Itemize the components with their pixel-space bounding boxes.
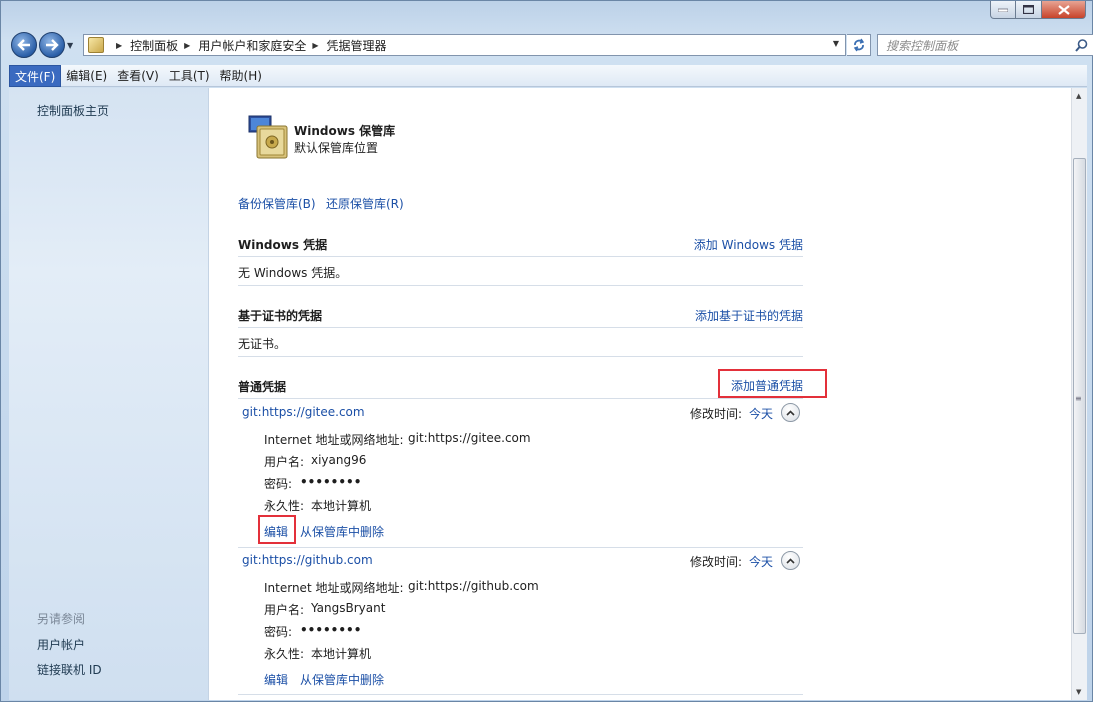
menu-view[interactable]: 查看(V) bbox=[112, 65, 164, 87]
chevron-right-icon[interactable]: ▶ bbox=[312, 41, 318, 50]
password-value: •••••••• bbox=[300, 623, 362, 637]
divider bbox=[238, 285, 803, 286]
collapse-credential-button[interactable] bbox=[781, 551, 800, 570]
divider bbox=[238, 694, 803, 695]
certificate-credentials-empty: 无证书。 bbox=[238, 337, 287, 351]
persistence-label: 永久性: bbox=[264, 647, 305, 661]
sidebar-item-user-accounts[interactable]: 用户帐户 bbox=[37, 636, 85, 653]
refresh-icon bbox=[853, 38, 864, 52]
recent-pages-dropdown-icon[interactable]: ▼ bbox=[67, 41, 73, 50]
username-value: YangsBryant bbox=[311, 601, 386, 615]
menu-bar: 文件(F) 编辑(E) 查看(V) 工具(T) 帮助(H) bbox=[9, 64, 1087, 87]
navigation-bar: ▼ ▶ 控制面板 ▶ 用户帐户和家庭安全 ▶ 凭据管理器 ▼ 搜索控制面板 bbox=[9, 31, 1093, 59]
menu-file[interactable]: 文件(F) bbox=[9, 64, 62, 87]
maximize-button[interactable] bbox=[1016, 1, 1042, 19]
close-icon bbox=[1057, 4, 1070, 15]
vault-safe-icon bbox=[248, 115, 288, 159]
windows-credentials-title: Windows 凭据 bbox=[238, 238, 328, 252]
breadcrumb-user-accounts[interactable]: 用户帐户和家庭安全 bbox=[198, 37, 306, 54]
chevron-up-icon bbox=[786, 409, 795, 416]
search-icon[interactable] bbox=[1075, 38, 1088, 52]
chevron-right-icon[interactable]: ▶ bbox=[116, 41, 122, 50]
chevron-right-icon[interactable]: ▶ bbox=[184, 41, 190, 50]
control-panel-icon bbox=[88, 37, 104, 53]
search-input[interactable]: 搜索控制面板 bbox=[886, 37, 1075, 54]
divider bbox=[238, 398, 803, 399]
divider bbox=[238, 327, 803, 328]
username-value: xiyang96 bbox=[311, 453, 367, 467]
restore-vault-link[interactable]: 还原保管库(R) bbox=[326, 195, 404, 212]
back-button[interactable] bbox=[11, 32, 37, 58]
remove-credential-link[interactable]: 从保管库中删除 bbox=[300, 671, 384, 688]
vault-title: Windows 保管库 bbox=[294, 124, 396, 138]
menu-tools[interactable]: 工具(T) bbox=[164, 65, 215, 87]
menu-edit[interactable]: 编辑(E) bbox=[61, 65, 112, 87]
sidebar-control-panel-home[interactable]: 控制面板主页 bbox=[37, 102, 109, 119]
remove-credential-link[interactable]: 从保管库中删除 bbox=[300, 523, 384, 540]
scroll-up-icon[interactable]: ▲ bbox=[1076, 92, 1081, 100]
credential-name-gitee[interactable]: git:https://gitee.com bbox=[242, 405, 365, 419]
edit-credential-link[interactable]: 编辑 bbox=[264, 523, 288, 540]
edit-credential-link[interactable]: 编辑 bbox=[264, 671, 288, 688]
search-box[interactable]: 搜索控制面板 bbox=[877, 34, 1093, 56]
address-bar[interactable]: ▶ 控制面板 ▶ 用户帐户和家庭安全 ▶ 凭据管理器 ▼ bbox=[83, 34, 846, 56]
breadcrumb-credential-manager[interactable]: 凭据管理器 bbox=[327, 37, 387, 54]
credential-modified-value: 今天 bbox=[749, 555, 774, 569]
credential-modified-label: 修改时间: bbox=[690, 555, 743, 569]
window-controls bbox=[990, 1, 1086, 19]
minimize-button[interactable] bbox=[990, 1, 1016, 19]
divider bbox=[238, 547, 803, 548]
chevron-up-icon bbox=[786, 557, 795, 564]
persistence-value: 本地计算机 bbox=[311, 647, 372, 661]
divider bbox=[238, 256, 803, 257]
add-windows-credential-link[interactable]: 添加 Windows 凭据 bbox=[694, 236, 803, 253]
add-certificate-credential-link[interactable]: 添加基于证书的凭据 bbox=[695, 307, 803, 324]
maximize-icon bbox=[1023, 5, 1034, 14]
vertical-scrollbar[interactable]: ▲ ≡ ▼ bbox=[1071, 88, 1087, 700]
window-frame: ▼ ▶ 控制面板 ▶ 用户帐户和家庭安全 ▶ 凭据管理器 ▼ 搜索控制面板 文件… bbox=[0, 0, 1093, 702]
password-label: 密码: bbox=[264, 625, 293, 639]
address-label: Internet 地址或网络地址: bbox=[264, 433, 404, 447]
address-label: Internet 地址或网络地址: bbox=[264, 581, 404, 595]
collapse-credential-button[interactable] bbox=[781, 403, 800, 422]
divider bbox=[238, 356, 803, 357]
address-value: git:https://github.com bbox=[408, 579, 539, 593]
menu-help[interactable]: 帮助(H) bbox=[215, 65, 267, 87]
password-value: •••••••• bbox=[300, 475, 362, 489]
password-label: 密码: bbox=[264, 477, 293, 491]
username-label: 用户名: bbox=[264, 455, 305, 469]
backup-vault-link[interactable]: 备份保管库(B) bbox=[238, 195, 316, 212]
credential-modified-value: 今天 bbox=[749, 407, 774, 421]
arrow-right-icon bbox=[46, 39, 59, 51]
forward-button[interactable] bbox=[39, 32, 65, 58]
certificate-credentials-title: 基于证书的凭据 bbox=[238, 309, 323, 323]
scroll-down-icon[interactable]: ▼ bbox=[1076, 688, 1081, 696]
minimize-icon bbox=[998, 8, 1008, 12]
persistence-label: 永久性: bbox=[264, 499, 305, 513]
arrow-left-icon bbox=[17, 39, 30, 51]
credential-name-github[interactable]: git:https://github.com bbox=[242, 553, 373, 567]
refresh-button[interactable] bbox=[847, 34, 871, 56]
sidebar-see-also-heading: 另请参阅 bbox=[37, 612, 86, 626]
username-label: 用户名: bbox=[264, 603, 305, 617]
persistence-value: 本地计算机 bbox=[311, 499, 372, 513]
scroll-grip-icon: ≡ bbox=[1075, 394, 1082, 403]
sidebar-item-link-online-id[interactable]: 链接联机 ID bbox=[37, 661, 102, 678]
close-button[interactable] bbox=[1042, 1, 1086, 19]
credential-modified-label: 修改时间: bbox=[690, 407, 743, 421]
breadcrumb-control-panel[interactable]: 控制面板 bbox=[130, 37, 178, 54]
address-dropdown-icon[interactable]: ▼ bbox=[833, 39, 839, 48]
add-generic-credential-link[interactable]: 添加普通凭据 bbox=[731, 377, 803, 394]
address-value: git:https://gitee.com bbox=[408, 431, 531, 445]
generic-credentials-title: 普通凭据 bbox=[238, 380, 287, 394]
sidebar: 控制面板主页 另请参阅 用户帐户 链接联机 ID bbox=[9, 88, 209, 700]
vault-subtitle: 默认保管库位置 bbox=[294, 141, 379, 155]
main-content: Windows 保管库 默认保管库位置 备份保管库(B) 还原保管库(R) Wi… bbox=[209, 88, 1071, 700]
windows-credentials-empty: 无 Windows 凭据。 bbox=[238, 266, 348, 280]
